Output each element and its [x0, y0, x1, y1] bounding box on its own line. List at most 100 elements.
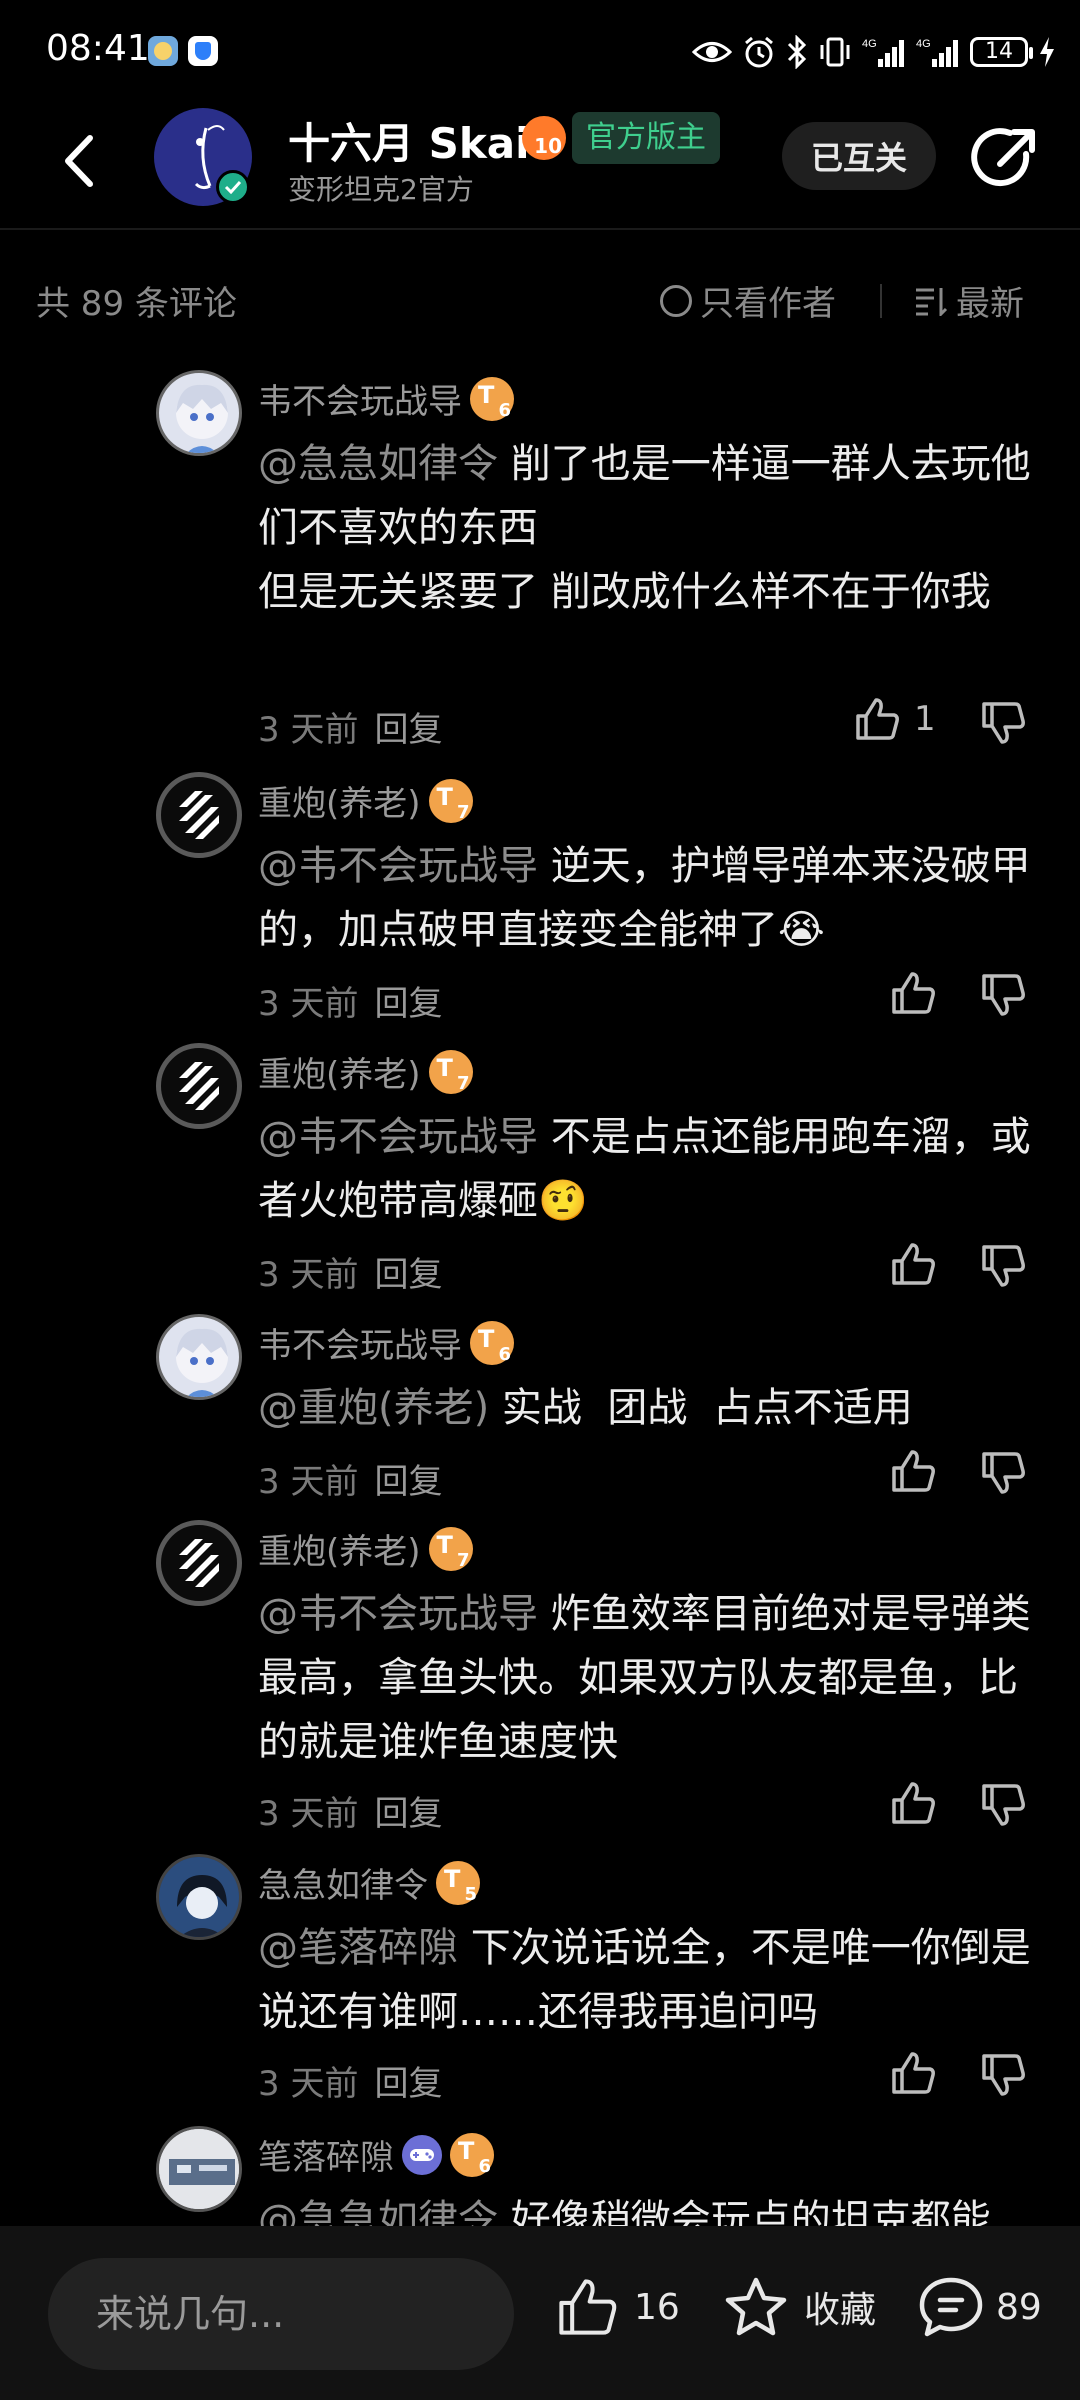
- like-button[interactable]: [890, 1241, 936, 1287]
- striped-logo-avatar-icon: [179, 791, 219, 839]
- official-moderator-tag: 官方版主: [572, 112, 720, 164]
- user-level-badge: T6: [450, 2132, 494, 2177]
- comment-bubble-icon: [919, 2277, 983, 2337]
- battery-indicator: 14: [970, 37, 1033, 67]
- comment-count: 共 89 条评论: [36, 284, 237, 324]
- commenter-avatar[interactable]: [156, 1854, 242, 1940]
- thumbs-down-icon[interactable]: [980, 700, 1026, 746]
- like-count: 1: [914, 699, 936, 739]
- commenter-name[interactable]: 重炮(养老): [258, 776, 421, 825]
- user-level-badge: T6: [470, 1320, 514, 1365]
- comment-text: @急急如律令 削了也是一样逼一群人去玩他们不喜欢的东西 但是无关紧要了 削改成什…: [258, 441, 1031, 615]
- separator: [880, 284, 882, 318]
- commenter-avatar[interactable]: [156, 1043, 242, 1129]
- comment-meta: 3 天前 回复: [258, 1454, 442, 1503]
- reply-button[interactable]: 回复: [374, 710, 442, 750]
- like-button[interactable]: [890, 970, 936, 1016]
- only-author-label: 只看作者: [700, 284, 836, 324]
- thumbs-up-icon: [559, 2279, 617, 2335]
- like-button[interactable]: [890, 2050, 936, 2096]
- post-like-button[interactable]: 16: [556, 2276, 680, 2338]
- header-divider: [0, 228, 1080, 230]
- sort-toggle[interactable]: 最新: [914, 276, 1024, 325]
- comment-header: 重炮(养老) T7: [258, 776, 473, 825]
- sort-icon: [916, 287, 948, 316]
- alarm-icon: [745, 36, 773, 68]
- thumbs-down-icon[interactable]: [980, 1782, 1026, 1828]
- verified-icon: [216, 170, 250, 204]
- mutual-follow-button[interactable]: 已互关: [782, 122, 936, 190]
- comment-item: 韦不会玩战导 T6 @急急如律令 削了也是一样逼一群人去玩他们不喜欢的东西 但是…: [0, 370, 1080, 750]
- author-level-badge: 10: [522, 116, 566, 160]
- comment-item: 重炮(养老) T7 @韦不会玩战导 逆天，护增导弹本来没破甲的，加点破甲直接变全…: [0, 772, 1080, 1032]
- user-level-badge: T7: [428, 778, 473, 823]
- comment-text: @急急如律令 好像稍微会玩点的坦克都能: [258, 2188, 1038, 2226]
- like-button[interactable]: [890, 1780, 936, 1826]
- gamepad-badge-icon: [402, 2134, 442, 2175]
- dark-hair-avatar-icon: [159, 1857, 239, 1937]
- svg-text:4G: 4G: [916, 38, 931, 50]
- radio-circle-icon: [660, 284, 692, 317]
- reply-button[interactable]: 回复: [374, 984, 442, 1024]
- status-icons: 4G 4G 14: [692, 28, 1056, 76]
- comment-text: @韦不会玩战导 不是占点还能用跑车溜，或者火炮带高爆砸🤨: [258, 1114, 1031, 1224]
- anime-girl-avatar-icon: [176, 384, 228, 453]
- commenter-name[interactable]: 重炮(养老): [258, 1047, 421, 1096]
- thumbs-down-icon[interactable]: [980, 1243, 1026, 1289]
- thumbs-down-icon[interactable]: [980, 1450, 1026, 1496]
- user-level-badge: T7: [428, 1526, 473, 1571]
- comments-button[interactable]: 89: [918, 2276, 1042, 2338]
- comment-text: @韦不会玩战导 逆天，护增导弹本来没破甲的，加点破甲直接变全能神了😭: [258, 843, 1031, 953]
- share-icon[interactable]: [970, 124, 1040, 194]
- mention-link[interactable]: @韦不会玩战导: [258, 1114, 538, 1160]
- mention-link[interactable]: @韦不会玩战导: [258, 843, 538, 889]
- comment-text: @笔落碎隙 下次说话说全，不是唯一你倒是说还有谁啊……还得我再追问吗: [258, 1925, 1031, 2035]
- reply-button[interactable]: 回复: [374, 1255, 442, 1295]
- signal-icon-1: 4G: [862, 38, 904, 67]
- commenter-avatar[interactable]: [156, 2126, 242, 2212]
- comment-item: 韦不会玩战导 T6 @重炮(养老) 实战 团战 占点不适用 3 天前 回复: [0, 1314, 1080, 1514]
- mention-link[interactable]: @急急如律令: [258, 2197, 498, 2226]
- scene-avatar-icon: [159, 2129, 239, 2209]
- thumbs-down-icon[interactable]: [980, 2052, 1026, 2098]
- status-time: 08:41: [46, 28, 150, 69]
- author-name[interactable]: 十六月 Skai: [288, 110, 530, 171]
- comment-input[interactable]: 来说几句...: [48, 2258, 514, 2370]
- comment-count-bar: 共 89 条评论 只看作者 最新: [0, 272, 1080, 328]
- reply-button[interactable]: 回复: [374, 1794, 442, 1834]
- anime-girl-avatar-icon: [176, 1328, 228, 1397]
- commenter-avatar[interactable]: [156, 1314, 242, 1400]
- commenter-avatar[interactable]: [156, 1520, 242, 1606]
- reply-button[interactable]: 回复: [374, 2064, 442, 2104]
- commenter-avatar[interactable]: [156, 772, 242, 858]
- mention-link[interactable]: @韦不会玩战导: [258, 1591, 538, 1637]
- commenter-name[interactable]: 韦不会玩战导: [258, 1318, 462, 1367]
- comment-meta: 3 天前 回复: [258, 2056, 442, 2105]
- mention-link[interactable]: @笔落碎隙: [258, 1925, 458, 1971]
- commenter-name[interactable]: 韦不会玩战导: [258, 374, 462, 423]
- like-button[interactable]: 1: [854, 696, 936, 742]
- comment-header: 重炮(养老) T7: [258, 1524, 473, 1573]
- comment-meta: 3 天前 回复: [258, 1247, 442, 1296]
- favorite-button[interactable]: 收藏: [724, 2276, 876, 2338]
- like-button[interactable]: [890, 1448, 936, 1494]
- user-level-badge: T6: [470, 376, 514, 421]
- signal-icon-2: 4G: [916, 38, 958, 67]
- thumbs-down-icon[interactable]: [980, 972, 1026, 1018]
- mention-link[interactable]: @重炮(养老): [258, 1385, 489, 1431]
- back-arrow-icon[interactable]: [52, 126, 112, 196]
- comment-time: 3 天前: [258, 1794, 359, 1834]
- reply-button[interactable]: 回复: [374, 1462, 442, 1502]
- only-author-toggle[interactable]: 只看作者: [660, 276, 836, 325]
- comment-header: 笔落碎隙 T6: [258, 2130, 494, 2179]
- comment-item: 重炮(养老) T7 @韦不会玩战导 炸鱼效率目前绝对是导弹类最高，拿鱼头快。如果…: [0, 1520, 1080, 1840]
- thumbs-up-icon: [892, 1782, 935, 1824]
- commenter-name[interactable]: 笔落碎隙: [258, 2130, 394, 2179]
- commenter-name[interactable]: 重炮(养老): [258, 1524, 421, 1573]
- comment-time: 3 天前: [258, 710, 359, 750]
- commenter-avatar[interactable]: [156, 370, 242, 456]
- commenter-name[interactable]: 急急如律令: [258, 1858, 428, 1907]
- comment-time: 3 天前: [258, 1462, 359, 1502]
- mention-link[interactable]: @急急如律令: [258, 441, 498, 487]
- status-bar: 08:41 4G 4G 14: [0, 0, 1080, 104]
